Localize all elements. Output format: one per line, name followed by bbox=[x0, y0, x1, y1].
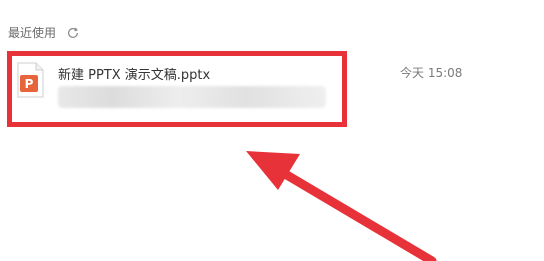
file-modified-time: 今天 15:08 bbox=[400, 66, 463, 80]
annotation-arrow bbox=[246, 151, 437, 261]
ppt-icon-letter: P bbox=[25, 77, 34, 91]
recent-section-header: 最近使用 bbox=[8, 24, 80, 41]
refresh-icon[interactable] bbox=[66, 26, 80, 40]
recent-section-title: 最近使用 bbox=[8, 26, 57, 40]
file-name: 新建 PPTX 演示文稿.pptx bbox=[58, 68, 211, 83]
recent-file-item[interactable]: P 新建 PPTX 演示文稿.pptx bbox=[10, 52, 340, 122]
ppt-file-icon: P bbox=[17, 62, 44, 98]
file-path-redacted bbox=[58, 86, 326, 108]
